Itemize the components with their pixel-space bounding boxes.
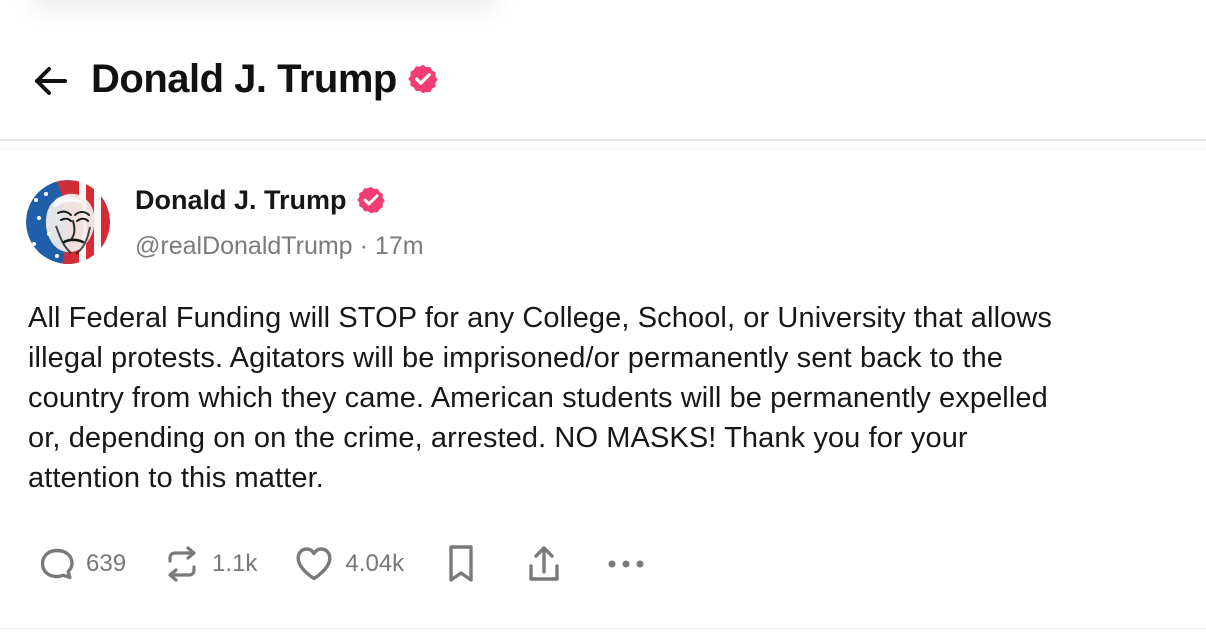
post-detail-screen: Donald J. Trump Donald J. Trump @realDon… xyxy=(0,0,1206,632)
header-title-group: Donald J. Trump xyxy=(91,53,439,105)
post-top-divider xyxy=(0,148,1206,149)
repost-count: 1.1k xyxy=(212,550,258,577)
avatar[interactable] xyxy=(26,180,110,264)
author-handle[interactable]: @realDonaldTrump xyxy=(135,229,353,263)
share-icon xyxy=(529,546,559,581)
reply-button[interactable]: 639 xyxy=(38,545,126,583)
bookmark-button[interactable] xyxy=(444,543,478,585)
repost-icon xyxy=(168,546,196,582)
meta-separator: · xyxy=(359,232,368,260)
verified-badge-icon xyxy=(408,64,438,94)
verified-badge-icon xyxy=(356,186,385,214)
bottom-divider xyxy=(0,628,1206,629)
bookmark-icon xyxy=(449,545,473,582)
more-icon xyxy=(608,560,644,568)
heart-icon xyxy=(296,547,332,581)
top-header: Donald J. Trump xyxy=(0,0,1206,141)
post-actions: 639 1.1k 4.04k xyxy=(38,540,646,588)
share-button[interactable] xyxy=(524,543,564,585)
post-meta: @realDonaldTrump · 17m xyxy=(135,229,424,263)
like-count: 4.04k xyxy=(345,550,405,577)
post-author-row: Donald J. Trump xyxy=(135,180,386,220)
repost-button[interactable]: 1.1k xyxy=(162,544,257,584)
reply-count: 639 xyxy=(86,550,127,577)
post-body: All Federal Funding will STOP for any Co… xyxy=(28,302,1052,494)
flag-portrait-avatar xyxy=(26,180,110,264)
page-title: Donald J. Trump xyxy=(91,57,397,101)
comment-icon xyxy=(40,548,74,580)
post-time[interactable]: 17m xyxy=(375,229,424,263)
like-button[interactable]: 4.04k xyxy=(293,544,404,584)
back-button[interactable] xyxy=(28,59,72,103)
arrow-left-icon xyxy=(35,67,67,95)
author-name[interactable]: Donald J. Trump xyxy=(135,180,347,220)
more-button[interactable] xyxy=(606,557,646,571)
